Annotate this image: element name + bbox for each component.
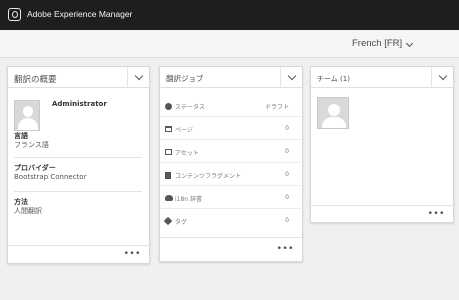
chevron-down-icon[interactable] bbox=[405, 39, 414, 48]
job-row-value: 0 bbox=[285, 171, 289, 178]
job-row-status[interactable]: ステータス ドラフト bbox=[160, 95, 303, 117]
job-row-label: ページ bbox=[175, 127, 193, 134]
job-row-label: タグ bbox=[175, 219, 188, 226]
chevron-down-icon[interactable] bbox=[127, 67, 149, 88]
card-footer: ••• bbox=[311, 205, 453, 222]
card-header: チーム (1) bbox=[311, 67, 453, 88]
job-row-value: 0 bbox=[285, 125, 289, 132]
card-header: 翻訳の概要 bbox=[8, 67, 149, 88]
more-options-icon[interactable]: ••• bbox=[277, 244, 294, 254]
divider bbox=[14, 191, 142, 192]
divider bbox=[14, 157, 142, 158]
job-row-value: ドラフト bbox=[264, 104, 289, 111]
job-row-content-fragments[interactable]: コンテンツフラグメント 0 bbox=[160, 164, 303, 186]
top-bar: Adobe Experience Manager bbox=[0, 0, 459, 30]
job-row-label: i18n 辞書 bbox=[175, 196, 203, 203]
more-options-icon[interactable]: ••• bbox=[124, 249, 141, 259]
job-row-value: 0 bbox=[285, 217, 289, 224]
card-title: 翻訳ジョブ bbox=[166, 74, 204, 83]
card-footer: ••• bbox=[8, 245, 149, 263]
chevron-down-icon[interactable] bbox=[280, 67, 302, 88]
job-row-tags[interactable]: タグ 0 bbox=[160, 210, 303, 232]
team-card: チーム (1) ••• bbox=[310, 66, 454, 223]
card-title: 翻訳の概要 bbox=[14, 75, 57, 85]
card-title: チーム (1) bbox=[317, 75, 350, 83]
page-icon bbox=[165, 126, 172, 132]
job-row-assets[interactable]: アセット 0 bbox=[160, 141, 303, 163]
toolbar: French [FR] bbox=[0, 30, 459, 58]
job-row-label: コンテンツフラグメント bbox=[175, 173, 242, 180]
info-icon bbox=[165, 103, 172, 110]
document-icon bbox=[165, 172, 171, 179]
provider-label: プロバイダー bbox=[14, 164, 56, 172]
adobe-experience-manager-logo-icon[interactable] bbox=[8, 8, 21, 21]
avatar bbox=[14, 100, 40, 131]
asset-icon bbox=[165, 149, 172, 155]
method-value: 人間翻訳 bbox=[14, 207, 42, 215]
tag-icon bbox=[163, 216, 173, 226]
avatar[interactable] bbox=[317, 97, 349, 129]
more-options-icon[interactable]: ••• bbox=[428, 209, 445, 219]
job-row-value: 0 bbox=[285, 148, 289, 155]
translation-summary-card: 翻訳の概要 Administrator 言語 フランス語 プロバイダー Boot… bbox=[7, 66, 150, 264]
dictionary-icon bbox=[165, 195, 173, 201]
translation-jobs-card: 翻訳ジョブ ステータス ドラフト ページ 0 アセット 0 コンテンツフラグメン… bbox=[159, 66, 303, 262]
language-select[interactable]: French [FR] bbox=[352, 38, 402, 49]
job-row-pages[interactable]: ページ 0 bbox=[160, 118, 303, 140]
language-value: フランス語 bbox=[14, 141, 49, 149]
chevron-down-icon[interactable] bbox=[431, 67, 453, 88]
user-name: Administrator bbox=[52, 100, 107, 108]
job-row-label: アセット bbox=[175, 150, 199, 157]
job-row-label: ステータス bbox=[175, 104, 206, 111]
job-row-value: 0 bbox=[285, 194, 289, 201]
app-title[interactable]: Adobe Experience Manager bbox=[27, 9, 132, 19]
provider-value: Bootstrap Connector bbox=[14, 173, 87, 181]
job-row-i18n-dictionaries[interactable]: i18n 辞書 0 bbox=[160, 187, 303, 209]
card-header: 翻訳ジョブ bbox=[160, 67, 302, 88]
card-footer: ••• bbox=[160, 237, 302, 261]
